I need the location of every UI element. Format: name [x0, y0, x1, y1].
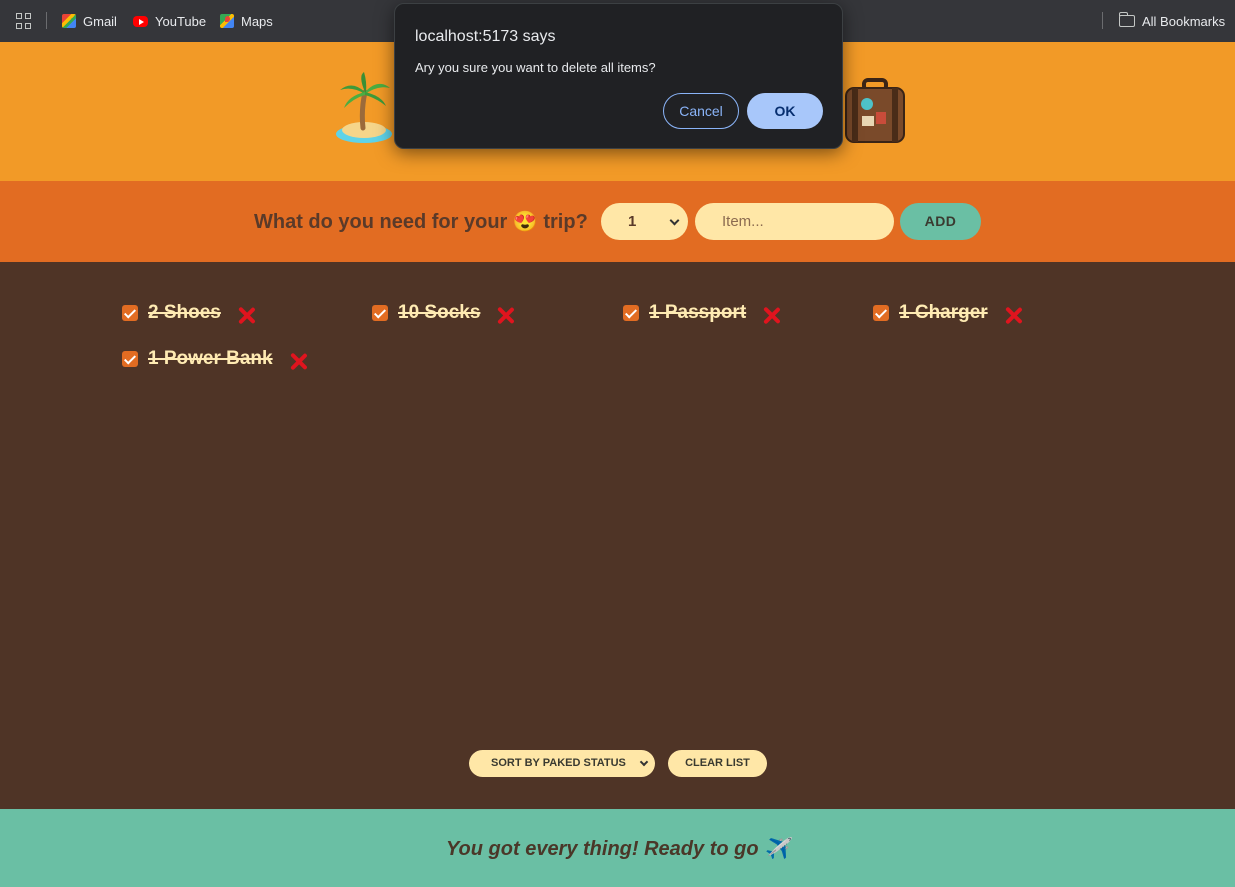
form-question: What do you need for your 😍 trip?	[254, 211, 588, 233]
packed-checkbox[interactable]	[372, 305, 388, 321]
delete-icon[interactable]	[237, 305, 257, 325]
list-item: 1 Charger	[873, 299, 1024, 327]
folder-icon	[1118, 12, 1135, 27]
delete-icon[interactable]	[496, 305, 516, 325]
youtube-icon	[133, 15, 148, 27]
stats-text: You got every thing! Ready to go ✈️	[445, 838, 790, 860]
bookmark-label: Gmail	[83, 13, 117, 29]
packed-checkbox[interactable]	[122, 305, 138, 321]
delete-icon[interactable]	[762, 305, 782, 325]
bookmarks-divider	[46, 12, 47, 29]
chevron-down-icon	[669, 215, 680, 226]
add-button[interactable]: ADD	[900, 203, 981, 240]
bookmarks-divider	[1102, 12, 1103, 29]
delete-icon[interactable]	[289, 351, 309, 371]
suitcase-icon	[845, 78, 905, 143]
item-label: 10 Socks	[398, 302, 481, 323]
quantity-value: 1	[628, 213, 637, 230]
palm-tree-island-icon	[336, 72, 392, 143]
packed-checkbox[interactable]	[623, 305, 639, 321]
packed-checkbox[interactable]	[122, 351, 138, 367]
sort-value: SORT BY PAKED STATUS	[491, 757, 626, 769]
quantity-select[interactable]: 1	[601, 203, 688, 240]
sort-select[interactable]: SORT BY PAKED STATUS	[469, 750, 655, 777]
item-label: 1 Passport	[649, 302, 747, 323]
chevron-down-icon	[639, 757, 649, 767]
maps-icon	[220, 14, 234, 28]
ok-button[interactable]: OK	[747, 93, 823, 129]
delete-icon[interactable]	[1004, 305, 1024, 325]
all-bookmarks-label: All Bookmarks	[1142, 13, 1226, 29]
item-label: 2 Shoes	[148, 302, 221, 323]
gmail-icon	[62, 14, 76, 28]
cancel-button[interactable]: Cancel	[663, 93, 739, 129]
packed-checkbox[interactable]	[873, 305, 889, 321]
item-input[interactable]	[695, 203, 894, 240]
bookmark-gmail[interactable]: Gmail	[62, 12, 117, 30]
item-label: 1 Power Bank	[148, 348, 273, 369]
all-bookmarks-button[interactable]: All Bookmarks	[1118, 12, 1226, 30]
bookmark-youtube[interactable]: YouTube	[133, 12, 206, 30]
bookmark-label: YouTube	[155, 13, 207, 29]
list-item: 1 Passport	[623, 299, 782, 327]
item-label: 1 Charger	[899, 302, 988, 323]
bookmark-maps[interactable]: Maps	[220, 12, 273, 30]
bookmark-label: Maps	[241, 13, 273, 29]
confirm-dialog: localhost:5173 says Ary you sure you wan…	[394, 3, 843, 149]
apps-grid-icon[interactable]	[16, 13, 32, 29]
list-item: 1 Power Bank	[122, 345, 309, 373]
clear-list-button[interactable]: CLEAR LIST	[668, 750, 767, 777]
dialog-message: Ary you sure you want to delete all item…	[415, 60, 656, 75]
dialog-title: localhost:5173 says	[415, 28, 556, 45]
list-item: 2 Shoes	[122, 299, 257, 327]
list-item: 10 Socks	[372, 299, 516, 327]
